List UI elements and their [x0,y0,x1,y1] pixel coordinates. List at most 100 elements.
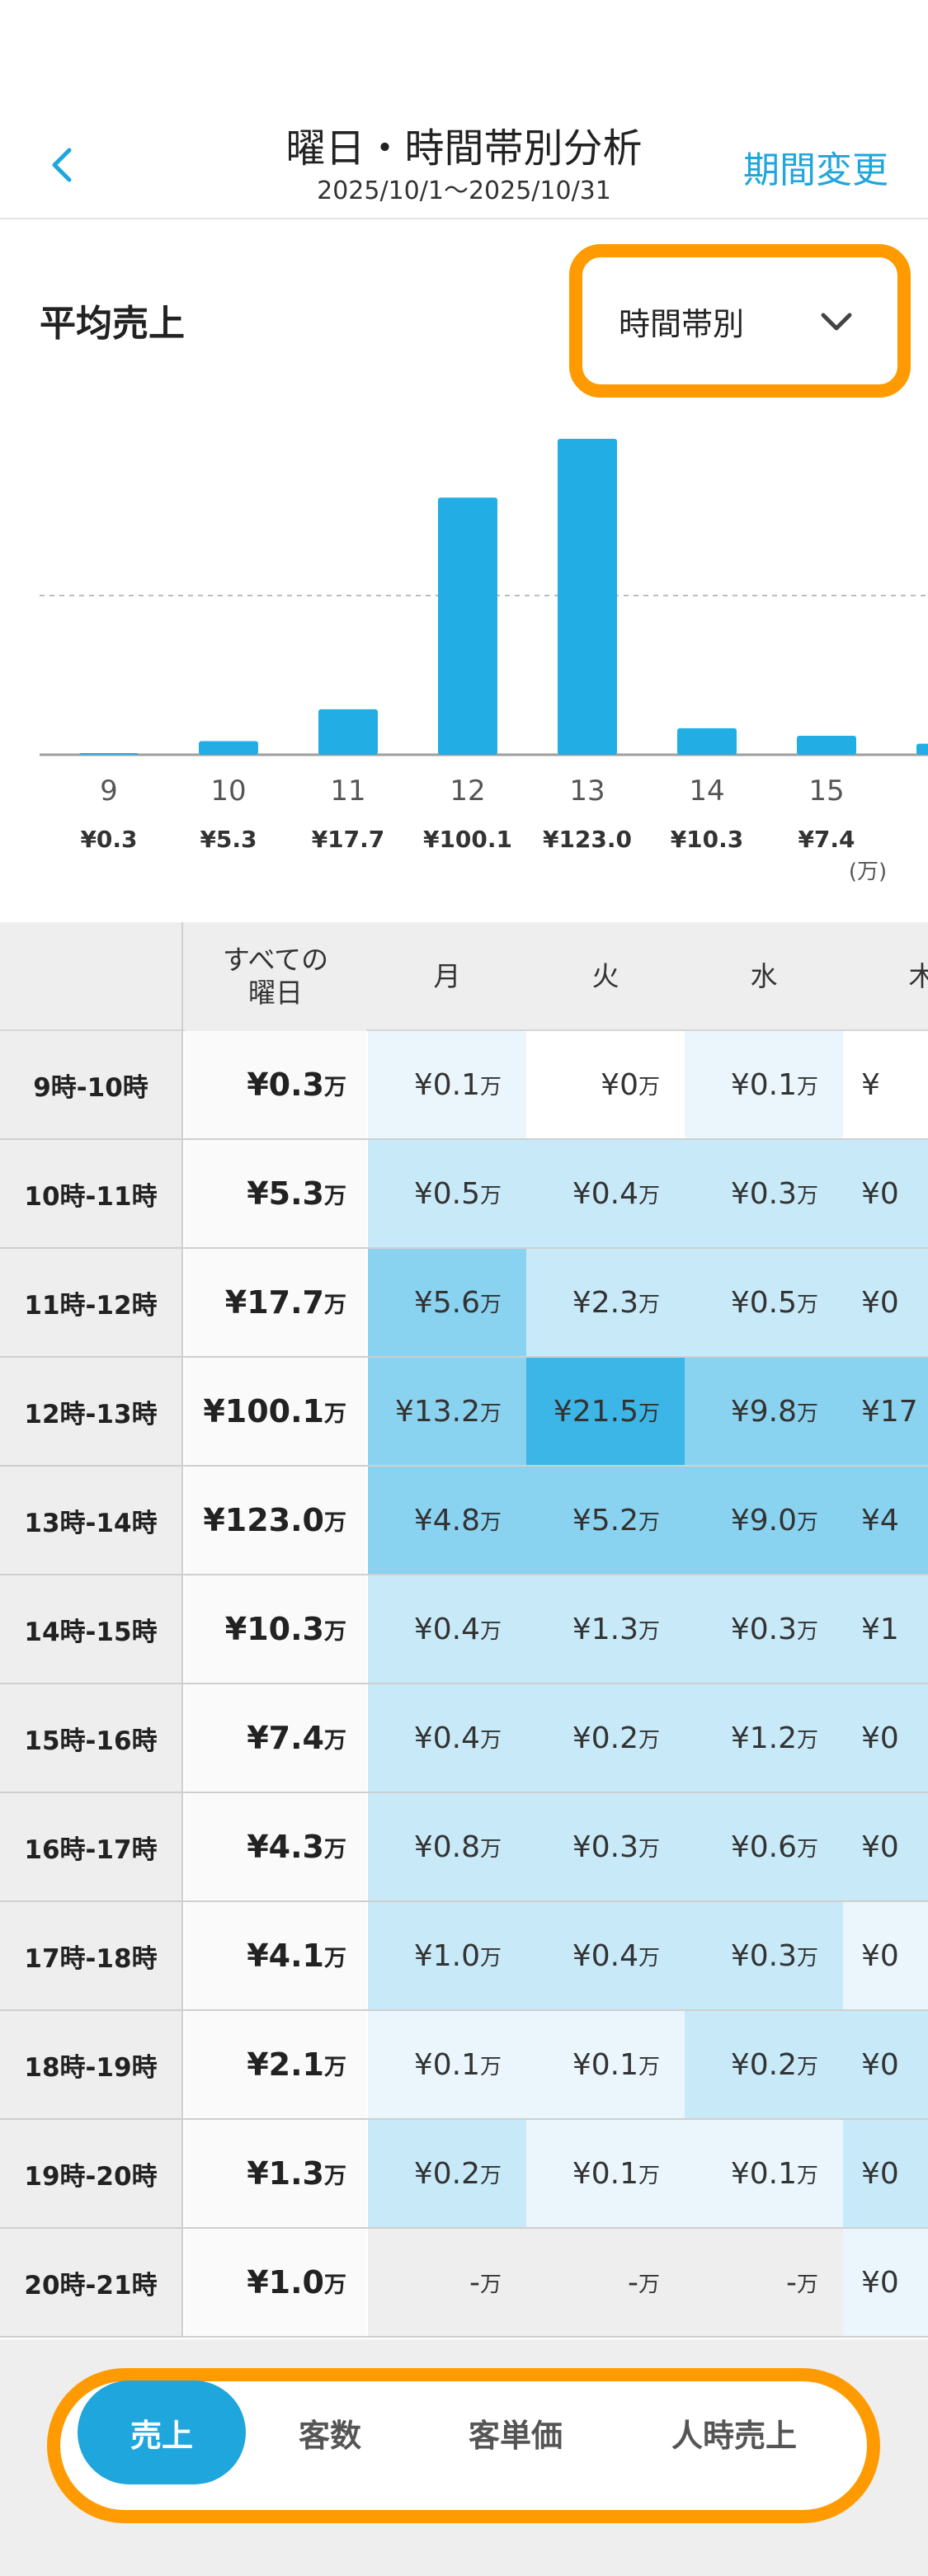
cell-value: ¥0 [861,1721,899,1755]
unit-label: 万 [638,2054,660,2079]
cell-value: ¥0.3 [730,1938,797,1973]
bar-value-label: ¥7.4 [798,826,855,853]
row-total: ¥7.4 万 [185,1684,366,1792]
unit-label: 万 [796,1618,818,1644]
row-label: 19時-20時 [0,2120,183,2227]
heat-cell: ¥0.1 万 [685,1031,843,1138]
cell-value: ¥1.0 [413,1938,480,1973]
total-value: ¥17.7 [224,1284,324,1321]
cell-value: ¥0 [861,1285,899,1320]
heat-cell: -万 [685,2229,843,2336]
row-label: 12時-13時 [0,1358,183,1465]
cell-value: - [469,2265,480,2300]
heat-cell: ¥1.2 万 [685,1684,843,1792]
total-value: ¥10.3 [224,1611,324,1647]
group-by-dropdown[interactable]: 時間帯別 [596,271,884,373]
cell-value: ¥ [861,1067,880,1102]
heat-cell: ¥17 [843,1358,928,1465]
cell-value: ¥4 [861,1503,899,1538]
heat-cell: ¥0.2 万 [368,2120,526,2227]
table-row: 18時-19時 ¥2.1 万 ¥0.1 万 ¥0.1 万 ¥0.2 万 ¥0 [0,2011,928,2120]
row-label: 13時-14時 [0,1467,183,1574]
unit-label: 万 [324,1727,346,1754]
heat-cell: ¥0.1 万 [526,2120,685,2227]
total-value: ¥123.0 [203,1502,324,1538]
heat-cell: ¥0 [843,1140,928,1247]
unit-label: 万 [479,1183,502,1208]
cell-value: ¥0.4 [572,1176,638,1211]
unit-label: 万 [479,1074,502,1100]
cell-value: ¥17 [861,1394,918,1429]
row-label: 20時-21時 [0,2229,183,2336]
cell-value: ¥0.4 [572,1938,638,1973]
table-row: 17時-18時 ¥4.1 万 ¥1.0 万 ¥0.4 万 ¥0.3 万 ¥0 [0,1902,928,2011]
row-label: 9時-10時 [0,1031,183,1138]
x-tick-label: 14 [689,775,724,808]
unit-label: 万 [324,1618,346,1645]
chart-bar [916,743,928,755]
x-tick-label: 15 [808,775,844,808]
unit-label: 万 [796,1727,818,1753]
header-day-wed: 水 [750,960,778,992]
heat-cell: ¥0 万 [526,1031,685,1138]
heat-cell: ¥13.2 万 [368,1358,526,1465]
unit-label: 万 [479,1727,502,1753]
bottom-bar: 売上 客数 客単価 人時売上 [0,2339,928,2576]
heat-cell: -万 [526,2229,685,2336]
unit-label: 万 [638,1618,660,1644]
total-value: ¥5.3 [247,1175,324,1212]
bar-value-label: ¥100.1 [423,826,512,853]
section-title: 平均売上 [40,303,185,345]
unit-label: 万 [638,1292,660,1317]
heat-cell: ¥0 [843,1793,928,1900]
cell-value: ¥0 [861,1176,899,1211]
row-total: ¥1.3 万 [185,2120,366,2227]
table-row: 14時-15時 ¥10.3 万 ¥0.4 万 ¥1.3 万 ¥0.3 万 ¥1 [0,1575,928,1684]
heat-cell: ¥0 [843,1249,928,1356]
heat-cell: ¥5.6 万 [368,1249,526,1356]
unit-label: 万 [796,2163,818,2188]
unit-label: 万 [479,1945,502,1971]
row-label: 15時-16時 [0,1684,183,1792]
cell-value: ¥0.2 [572,1721,638,1755]
unit-label: 万 [324,1509,346,1536]
heat-cell: ¥1.0 万 [368,1902,526,2009]
table-row: 19時-20時 ¥1.3 万 ¥0.2 万 ¥0.1 万 ¥0.1 万 ¥0 [0,2120,928,2229]
bar-value-label: ¥17.7 [312,826,385,853]
unit-label: 万 [479,1618,502,1644]
change-period-button[interactable]: 期間変更 [743,140,888,193]
chart-bar [677,728,737,755]
unit-label: 万 [479,1509,502,1535]
cell-value: ¥0 [601,1067,638,1102]
row-total: ¥4.3 万 [185,1793,366,1900]
tab-customers[interactable]: 客数 [247,2381,412,2484]
cell-value: ¥0.4 [413,1721,480,1755]
cell-value: - [627,2265,638,2300]
cell-value: ¥1.3 [572,1612,638,1646]
x-tick-label: 10 [210,775,246,808]
unit-label: 万 [479,2163,502,2188]
table-row: 12時-13時 ¥100.1 万 ¥13.2 万 ¥21.5 万 ¥9.8 万 ¥17 [0,1358,928,1467]
tab-labor-sales[interactable]: 人時売上 [627,2381,841,2484]
total-value: ¥4.1 [247,1938,324,1974]
tab-avg-spend[interactable]: 客単価 [429,2381,602,2484]
total-value: ¥4.3 [247,1829,324,1865]
cell-value: ¥5.2 [572,1503,638,1538]
total-value: ¥100.1 [203,1393,324,1429]
heat-cell: ¥0.8 万 [368,1793,526,1900]
unit-label: 万 [324,1074,346,1100]
cell-value: ¥0.1 [730,2156,797,2191]
heat-cell: ¥5.2 万 [526,1467,685,1574]
unit-label: 万 [324,2054,346,2080]
cell-value: ¥0.1 [572,2047,638,2082]
bar-value-label: ¥123.0 [543,826,632,853]
header-all-days: すべての 曜日 [185,922,366,1031]
tab-sales[interactable]: 売上 [78,2381,246,2484]
unit-label: 万 [479,1292,502,1317]
cell-value: ¥21.5 [553,1394,638,1429]
heat-cell: ¥1 [843,1575,928,1683]
unit-label: 万 [638,1509,660,1535]
chart-bar [318,709,378,755]
table-row: 10時-11時 ¥5.3 万 ¥0.5 万 ¥0.4 万 ¥0.3 万 ¥0 [0,1140,928,1249]
heat-cell: ¥21.5 万 [526,1358,685,1465]
